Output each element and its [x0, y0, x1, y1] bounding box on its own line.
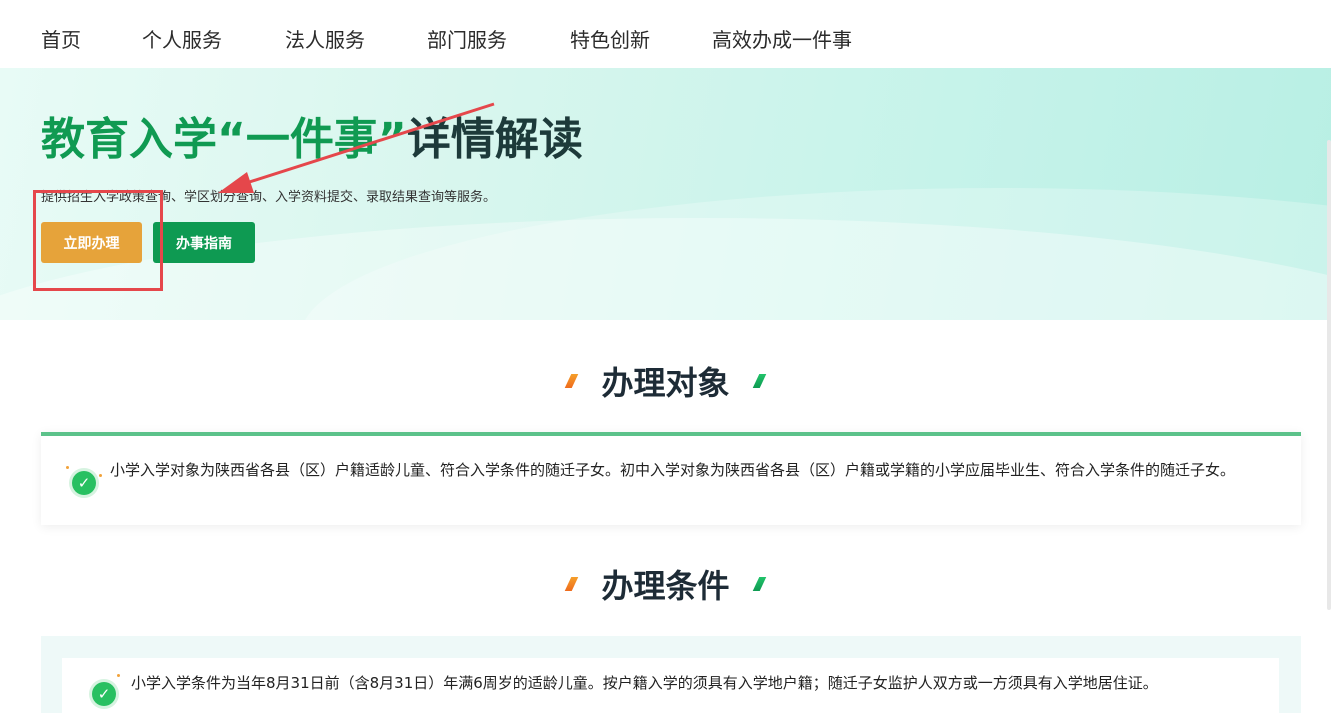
green-slash-icon	[752, 577, 766, 591]
target-card: ✓ 小学入学对象为陕西省各县（区）户籍适龄儿童、符合入学条件的随迁子女。初中入学…	[41, 432, 1301, 525]
orange-slash-icon	[565, 374, 579, 388]
section-title-text: 办理对象	[601, 364, 730, 402]
section-title-conditions: 办理条件	[0, 561, 1331, 607]
green-slash-icon	[752, 374, 766, 388]
target-description: 小学入学对象为陕西省各县（区）户籍适龄儿童、符合入学条件的随迁子女。初中入学对象…	[110, 461, 1236, 479]
check-circle-icon: ✓	[92, 682, 116, 706]
hero-title-part: “一件事”	[217, 114, 407, 165]
section-title-text: 办理条件	[601, 567, 730, 605]
section-title-target: 办理对象	[0, 358, 1331, 404]
annotation-highlight-box	[33, 190, 163, 291]
hero-banner: 教育入学“一件事”详情解读 提供招生入学政策查询、学区划分查询、入学资料提交、录…	[0, 68, 1331, 320]
orange-slash-icon	[565, 577, 579, 591]
nav-item-featured-innovation[interactable]: 特色创新	[570, 26, 650, 54]
nav-item-home[interactable]: 首页	[41, 26, 81, 54]
decor-dot	[99, 474, 102, 477]
hero-title-part: 教育入学	[41, 114, 217, 165]
nav-item-department-services[interactable]: 部门服务	[427, 26, 507, 54]
hero-title: 教育入学“一件事”详情解读	[41, 112, 583, 168]
nav-item-corporate-services[interactable]: 法人服务	[285, 26, 365, 54]
nav-item-one-thing-efficiently[interactable]: 高效办成一件事	[712, 26, 852, 54]
page-edge-scrollbar[interactable]	[1327, 140, 1331, 610]
check-circle-icon: ✓	[72, 471, 96, 495]
conditions-card: ✓ 小学入学条件为当年8月31日前（含8月31日）年满6周岁的适龄儿童。按户籍入…	[62, 658, 1279, 713]
hero-title-part: 详情解读	[406, 114, 583, 165]
conditions-description: 小学入学条件为当年8月31日前（含8月31日）年满6周岁的适龄儿童。按户籍入学的…	[131, 674, 1158, 692]
nav-item-personal-services[interactable]: 个人服务	[142, 26, 222, 54]
decor-dot	[117, 674, 120, 677]
decor-dot	[66, 466, 69, 469]
service-guide-button[interactable]: 办事指南	[153, 222, 255, 263]
top-navigation: 首页 个人服务 法人服务 部门服务 特色创新 高效办成一件事	[0, 0, 1331, 68]
